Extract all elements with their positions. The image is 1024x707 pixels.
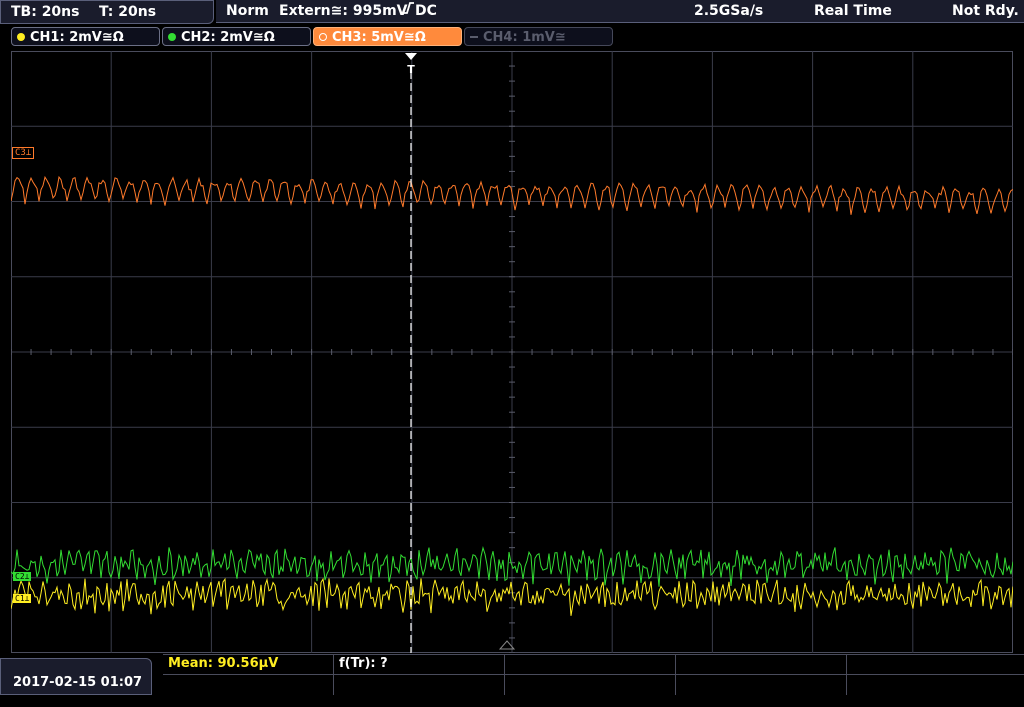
ch4-off-icon	[470, 36, 478, 38]
channel-tab-ch4-label: CH4: 1mV≅	[483, 30, 566, 45]
ch1-offset-marker[interactable]: C1⊥	[13, 594, 32, 603]
ch3-marker-label: C3	[15, 148, 26, 158]
status-bar: TB: 20ns T: 20ns Norm Extern≅: 995mV DC …	[0, 0, 1024, 24]
measurement-slot-9[interactable]	[676, 675, 847, 695]
ch2-marker-label: C2	[15, 572, 25, 581]
channel-tab-ch4[interactable]: CH4: 1mV≅	[464, 27, 613, 46]
graticule	[11, 51, 1013, 653]
channel-tab-ch3[interactable]: CH3: 5mV≅Ω	[313, 27, 462, 46]
measurement-slot-10[interactable]	[847, 675, 1024, 695]
bottom-bar: 2017-02-15 01:07 Mean: 90.56µV f(Tr): ?	[0, 654, 1024, 695]
trigger-coupling[interactable]: DC	[415, 0, 437, 22]
trigger-status: Not Rdy.	[952, 3, 1019, 19]
ch1-marker-label: C1	[15, 594, 25, 603]
rising-edge-icon	[403, 0, 415, 22]
timebase-panel[interactable]: TB: 20ns T: 20ns	[0, 0, 214, 24]
trigger-source[interactable]: Extern≅: 995mV	[279, 0, 408, 22]
measurement-mean[interactable]: Mean: 90.56µV	[163, 655, 334, 675]
ch2-offset-marker[interactable]: C2⊥	[13, 572, 32, 581]
channel-tab-ch2[interactable]: CH2: 2mV≅Ω	[162, 27, 311, 46]
ch1-indicator-icon	[17, 33, 25, 41]
channel-tab-ch1[interactable]: CH1: 2mV≅Ω	[11, 27, 160, 46]
ch2-indicator-icon	[168, 33, 176, 41]
channel-tab-ch1-label: CH1: 2mV≅Ω	[30, 30, 124, 45]
measurement-frequency[interactable]: f(Tr): ?	[334, 655, 505, 675]
trigger-marker-icon[interactable]: T	[404, 52, 418, 76]
measurement-slot-8[interactable]	[505, 675, 676, 695]
timebase-value: TB: 20ns	[11, 4, 80, 20]
measurement-slot-3[interactable]	[505, 655, 676, 675]
measurement-panel: Mean: 90.56µV f(Tr): ?	[163, 654, 1024, 696]
sample-rate: 2.5GSa/s	[694, 3, 764, 19]
measurement-slot-4[interactable]	[676, 655, 847, 675]
channel-tab-ch3-label: CH3: 5mV≅Ω	[332, 30, 426, 45]
measurement-slot-6[interactable]	[163, 675, 334, 695]
ch3-indicator-icon	[319, 33, 327, 41]
trigger-marker-label: T	[407, 63, 415, 74]
acquisition-panel: Norm Extern≅: 995mV DC 2.5GSa/s Real Tim…	[216, 0, 1024, 23]
measurement-slot-5[interactable]	[847, 655, 1024, 675]
ch3-offset-marker[interactable]: C3⊥	[12, 147, 35, 159]
measurement-slot-7[interactable]	[334, 675, 505, 695]
acquisition-mode[interactable]: Real Time	[814, 0, 892, 22]
waveform-plot	[11, 51, 1013, 653]
trigger-time-value: T: 20ns	[99, 4, 157, 20]
channel-tabs: CH1: 2mV≅Ω CH2: 2mV≅Ω CH3: 5mV≅Ω CH4: 1m…	[0, 26, 1024, 48]
trigger-mode[interactable]: Norm	[226, 0, 269, 22]
channel-tab-ch2-label: CH2: 2mV≅Ω	[181, 30, 275, 45]
datetime: 2017-02-15 01:07	[0, 658, 152, 695]
